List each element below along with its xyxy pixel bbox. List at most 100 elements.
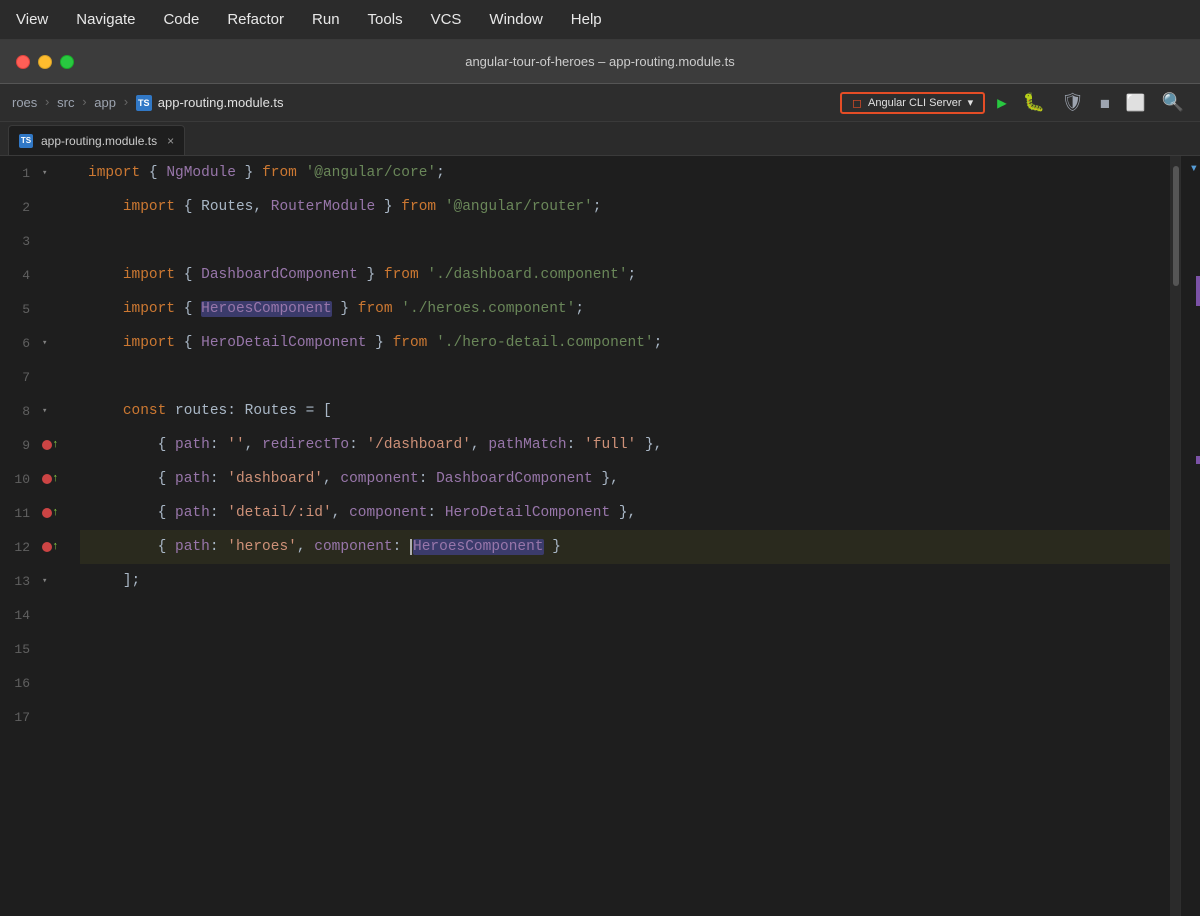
- kw-import-6: import: [123, 335, 175, 351]
- menu-bar: View Navigate Code Refactor Run Tools VC…: [0, 0, 1200, 40]
- menu-run[interactable]: Run: [312, 11, 340, 28]
- str-6: './hero-detail.component': [436, 335, 654, 351]
- breadcrumb-sep-1: ›: [43, 95, 51, 110]
- gutter-line-15: 15: [0, 632, 80, 666]
- ng-heroes-sel: HeroesComponent: [201, 301, 332, 317]
- minimize-button[interactable]: [38, 55, 52, 69]
- breadcrumb-app[interactable]: app: [94, 95, 116, 110]
- fold-icon-13[interactable]: ▾: [42, 577, 47, 586]
- prop-component-11: component: [349, 505, 427, 521]
- str-1: '@angular/core': [306, 165, 437, 181]
- breakpoint-10[interactable]: ↑: [42, 474, 59, 485]
- ng-dashboard-10: DashboardComponent: [436, 471, 593, 487]
- breadcrumb-file[interactable]: TS app-routing.module.ts: [136, 95, 284, 111]
- coverage-button[interactable]: 🛡: [1057, 90, 1088, 116]
- plain-2c: }: [375, 199, 401, 215]
- plain-4b: }: [358, 267, 384, 283]
- code-area[interactable]: import { NgModule } from '@angular/core'…: [80, 156, 1180, 916]
- close-button[interactable]: [16, 55, 30, 69]
- line-num-1: 1: [0, 166, 38, 181]
- title-bar: angular-tour-of-heroes – app-routing.mod…: [0, 40, 1200, 84]
- gutter-icons-1: ▾: [38, 169, 80, 178]
- type-routes: Routes: [201, 199, 253, 215]
- str-2: '@angular/router': [445, 199, 593, 215]
- gutter-line-11: 11 ↑: [0, 496, 80, 530]
- ng-herodetail-11: HeroDetailComponent: [445, 505, 610, 521]
- run-button[interactable]: ▶: [993, 91, 1011, 115]
- expand-button[interactable]: ⬜: [1122, 91, 1150, 115]
- plain-8b: = [: [297, 403, 332, 419]
- plain-10d: :: [419, 471, 436, 487]
- fold-icon-8[interactable]: ▾: [42, 407, 47, 416]
- tab-ts-icon: TS: [19, 134, 33, 148]
- from-5: from: [358, 301, 393, 317]
- maximize-button[interactable]: [60, 55, 74, 69]
- plain-11d: :: [427, 505, 444, 521]
- menu-tools[interactable]: Tools: [368, 11, 403, 28]
- str-redirect: '/dashboard': [366, 437, 470, 453]
- plain-13a: ];: [123, 573, 140, 589]
- line-num-5: 5: [0, 302, 38, 317]
- plain-2e: ;: [593, 199, 602, 215]
- menu-navigate[interactable]: Navigate: [76, 11, 135, 28]
- plain-4a: {: [175, 267, 201, 283]
- menu-code[interactable]: Code: [163, 11, 199, 28]
- line-num-4: 4: [0, 268, 38, 283]
- plain-9b: :: [210, 437, 227, 453]
- plain-5a: {: [175, 301, 201, 317]
- code-line-9: { path : '' , redirectTo : '/dashboard' …: [80, 428, 1180, 462]
- str-path-9: '': [227, 437, 244, 453]
- plain-1a: {: [140, 165, 166, 181]
- ng-heroes-12: HeroesComponent: [413, 539, 544, 555]
- gutter-line-17: 17: [0, 700, 80, 734]
- menu-help[interactable]: Help: [571, 11, 602, 28]
- scrollbar-thumb[interactable]: [1173, 166, 1179, 286]
- line-num-17: 17: [0, 710, 38, 725]
- fold-icon-1[interactable]: ▾: [42, 169, 47, 178]
- plain-1c: [297, 165, 306, 181]
- menu-vcs[interactable]: VCS: [431, 11, 462, 28]
- menu-refactor[interactable]: Refactor: [227, 11, 284, 28]
- breakpoint-12[interactable]: ↑: [42, 542, 59, 553]
- tab-app-routing[interactable]: TS app-routing.module.ts ×: [8, 125, 185, 155]
- plain-8a: routes:: [166, 403, 244, 419]
- plain-6a: {: [175, 335, 201, 351]
- menu-view[interactable]: View: [16, 11, 48, 28]
- ng-herodetail: HeroDetailComponent: [201, 335, 366, 351]
- plain-6b: }: [366, 335, 392, 351]
- angular-server-badge[interactable]: ◻ Angular CLI Server ▾: [840, 92, 985, 114]
- marker-2: [1196, 456, 1200, 464]
- breakpoint-9[interactable]: ↑: [42, 440, 59, 451]
- debug-button[interactable]: 🐛: [1019, 90, 1049, 116]
- fold-icon-6[interactable]: ▾: [42, 339, 47, 348]
- plain-11a: {: [158, 505, 175, 521]
- code-line-8: const routes: Routes = [: [80, 394, 1180, 428]
- breakpoint-11[interactable]: ↑: [42, 508, 59, 519]
- breadcrumb-roes[interactable]: roes: [12, 95, 37, 110]
- str-5: './heroes.component': [401, 301, 575, 317]
- plain-12d: :: [393, 539, 410, 555]
- plain-4d: ;: [628, 267, 637, 283]
- gutter-line-3: 3: [0, 224, 80, 258]
- plain-12e: }: [544, 539, 561, 555]
- gutter-line-9: 9 ↑: [0, 428, 80, 462]
- plain-5d: ;: [575, 301, 584, 317]
- gutter-icons-12: ↑: [38, 542, 80, 553]
- plain-12b: :: [210, 539, 227, 555]
- code-line-3: [80, 224, 1180, 258]
- line-num-16: 16: [0, 676, 38, 691]
- prop-pathmatch: pathMatch: [488, 437, 566, 453]
- breadcrumb-app-label: app: [94, 95, 116, 110]
- plain-5b: }: [332, 301, 358, 317]
- search-button[interactable]: 🔍: [1158, 90, 1188, 116]
- str-4: './dashboard.component': [427, 267, 627, 283]
- stop-button[interactable]: ◼: [1096, 91, 1114, 115]
- str-dashboard: 'dashboard': [227, 471, 323, 487]
- tab-close-button[interactable]: ×: [167, 134, 174, 148]
- breadcrumb-src[interactable]: src: [57, 95, 74, 110]
- scrollbar-track[interactable]: [1170, 156, 1180, 916]
- dropdown-arrow-icon[interactable]: ▾: [968, 96, 974, 109]
- from-1: from: [262, 165, 297, 181]
- line-num-3: 3: [0, 234, 38, 249]
- menu-window[interactable]: Window: [489, 11, 542, 28]
